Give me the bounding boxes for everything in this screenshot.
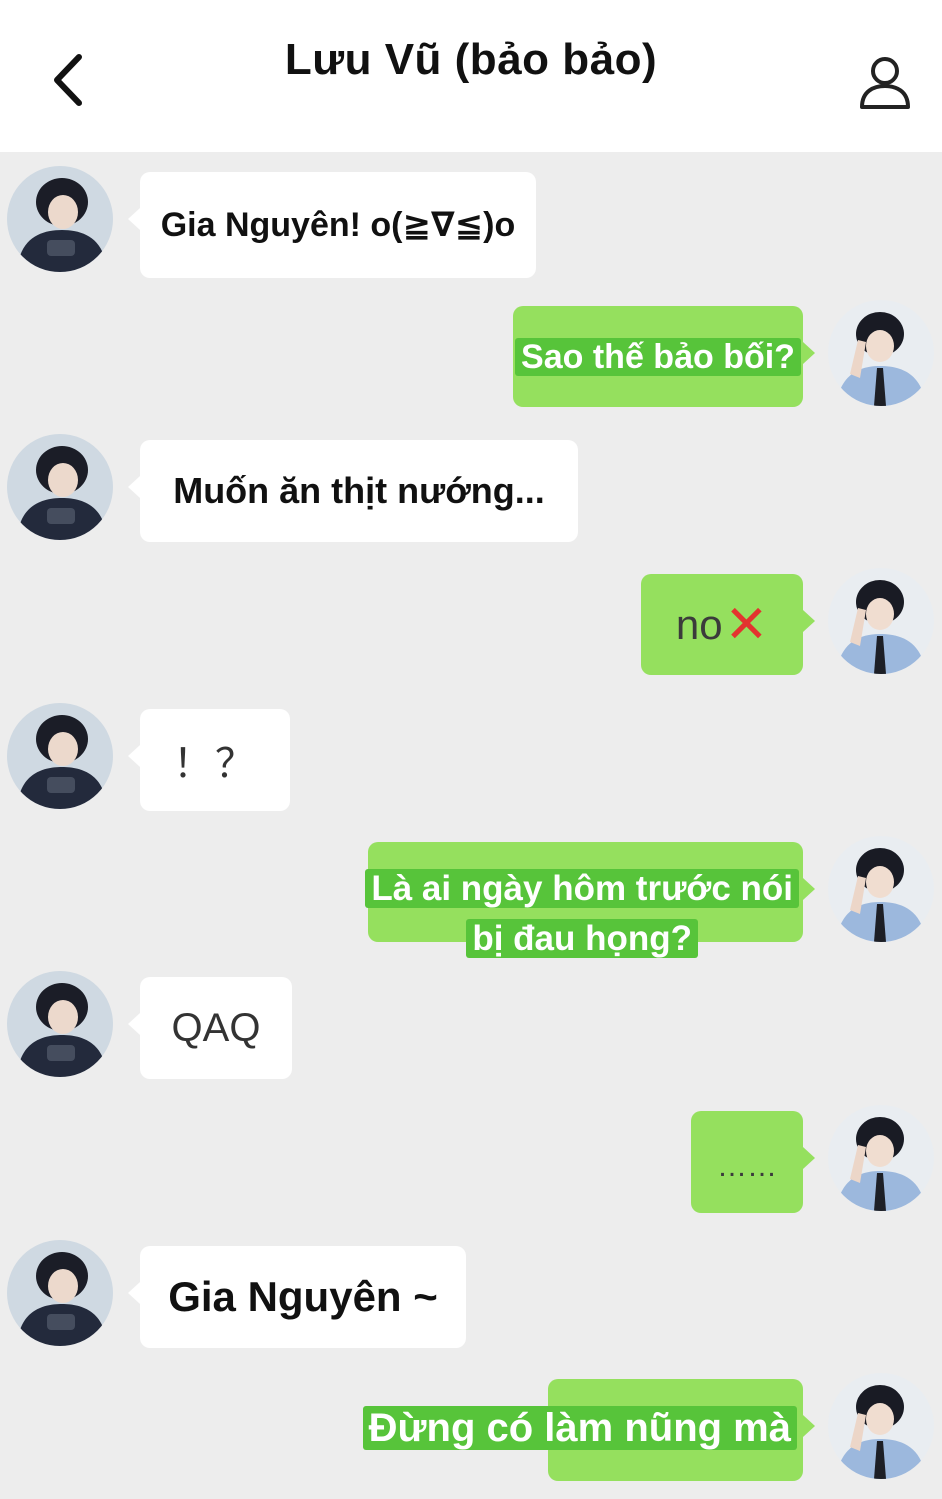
user-icon (860, 57, 910, 109)
chevron-left-icon (54, 54, 82, 106)
contact-avatar[interactable] (7, 434, 113, 540)
incoming-message-bubble[interactable]: Gia Nguyên ~ (128, 1246, 466, 1348)
incoming-message-bubble[interactable]: QAQ (128, 977, 292, 1079)
message-text: QAQ (171, 1005, 261, 1050)
self-avatar[interactable] (828, 1373, 934, 1479)
contact-avatar[interactable] (7, 971, 113, 1077)
self-avatar[interactable] (828, 1105, 934, 1211)
self-avatar[interactable] (828, 836, 934, 942)
chat-header: Lưu Vũ (bảo bảo) (0, 0, 942, 152)
self-avatar[interactable] (828, 568, 934, 674)
message-text: Đừng có làm nũng mà (362, 1403, 797, 1453)
chat-title: Lưu Vũ (bảo bảo) (284, 35, 658, 84)
outgoing-message-bubble[interactable]: …… (691, 1111, 815, 1213)
incoming-message-bubble[interactable]: ！？ (128, 709, 290, 811)
message-text: Là ai ngày hôm trước nói bị đau họng? (365, 864, 799, 964)
message-text: no (675, 600, 723, 648)
message-text: ！？ (173, 742, 257, 786)
contact-avatar[interactable] (7, 703, 113, 809)
incoming-message-bubble[interactable]: Muốn ăn thịt nướng... (128, 440, 578, 542)
self-avatar[interactable] (828, 300, 934, 406)
contact-avatar[interactable] (7, 166, 113, 272)
back-button[interactable] (38, 48, 98, 112)
outgoing-message-bubble[interactable]: Là ai ngày hôm trước nói bị đau họng? (365, 842, 815, 958)
contact-avatar[interactable] (7, 1240, 113, 1346)
message-text: Sao thế bảo bối? (515, 332, 801, 382)
message-text: …… (717, 1150, 777, 1183)
message-text: Muốn ăn thịt nướng... (173, 470, 545, 511)
incoming-message-bubble[interactable]: Gia Nguyên! o(≧∇≦)o (128, 172, 536, 278)
outgoing-message-bubble[interactable]: Sao thế bảo bối? (513, 306, 815, 407)
contact-profile-button[interactable] (850, 48, 920, 118)
message-text: Gia Nguyên! o(≧∇≦)o (160, 206, 516, 244)
outgoing-message-bubble[interactable]: no ✕ (641, 574, 815, 675)
outgoing-message-bubble[interactable]: Đừng có làm nũng mà (362, 1379, 815, 1481)
cross-mark-icon: ✕ (724, 595, 769, 654)
message-text: Gia Nguyên ~ (168, 1273, 438, 1320)
